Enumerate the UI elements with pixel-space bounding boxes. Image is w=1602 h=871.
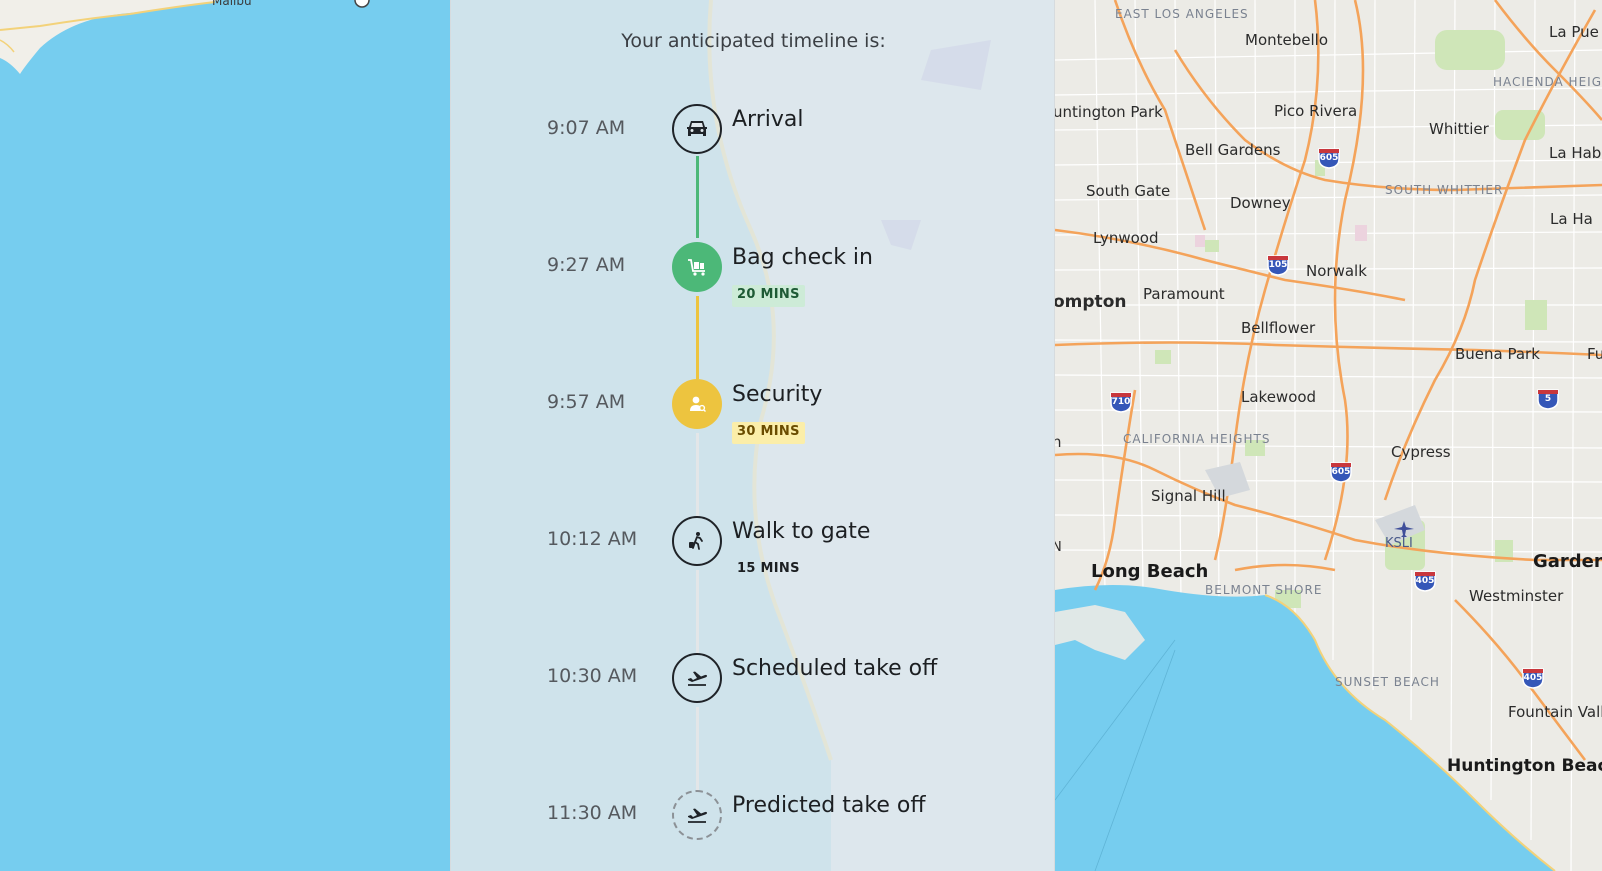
step-label: Arrival [732, 107, 804, 132]
coastline-shape [0, 0, 370, 74]
step-label: Predicted take off [732, 793, 926, 818]
walking-traveler-icon [672, 516, 722, 566]
map-region-right[interactable]: EAST LOS ANGELES Montebello La Pue HACIE… [1055, 0, 1602, 871]
map-label-hacienda-heights: HACIENDA HEIGHTS [1493, 75, 1602, 89]
map-label-east-los-angeles: EAST LOS ANGELES [1115, 7, 1249, 21]
duration-badge: 15 MINS [737, 561, 800, 576]
timeline-connector-security [696, 296, 699, 379]
car-icon [672, 104, 722, 154]
interstate-shield-icon: 405 [1521, 667, 1545, 689]
interstate-shield-icon: 710 [1109, 391, 1133, 413]
step-label: Bag check in [732, 245, 873, 270]
plane-departure-icon [672, 790, 722, 840]
map-label-south-whittier: SOUTH WHITTIER [1385, 183, 1504, 197]
timeline-connector-pending [696, 707, 699, 792]
timeline-connector-pending [696, 570, 699, 654]
duration-badge: 20 MINS [732, 285, 805, 307]
map-label-signal-hill: Signal Hill [1151, 487, 1226, 505]
timeline-connector-pending [696, 433, 699, 518]
map-label-compton: ompton [1055, 292, 1127, 312]
step-time: 9:27 AM [547, 254, 626, 276]
step-time: 10:12 AM [547, 528, 638, 550]
map-label-belmont-shore: BELMONT SHORE [1205, 583, 1323, 597]
map-label-westminster: Westminster [1469, 587, 1564, 605]
map-label-ksli-airport: KSLI [1385, 536, 1413, 551]
step-label: Walk to gate [732, 519, 871, 544]
map-label-fullerton: Fu [1587, 345, 1602, 363]
map-label-downey: Downey [1230, 194, 1291, 212]
map-label-huntington-park: untington Park [1055, 103, 1163, 121]
plane-departure-icon [672, 653, 722, 703]
map-label-garden-grove: Garden [1533, 551, 1602, 572]
timeline-panel: Your anticipated timeline is: 9:07 AM Ar… [450, 0, 1055, 871]
map-label-long-beach: Long Beach [1091, 561, 1209, 582]
map-label-lynwood: Lynwood [1093, 229, 1159, 247]
step-label: Security [732, 382, 823, 407]
interstate-shield-icon: 5 [1536, 388, 1560, 410]
map-label-whittier: Whittier [1429, 120, 1489, 138]
map-label-edge-fragment-2: N [1055, 540, 1062, 555]
security-screening-icon [672, 379, 722, 429]
interstate-shield-icon: 605 [1317, 147, 1341, 169]
map-label-sunset-beach: SUNSET BEACH [1335, 675, 1440, 689]
map-label-bell-gardens: Bell Gardens [1185, 141, 1281, 159]
map-label-la-habra-heights: La Hab Heigh [1549, 144, 1602, 162]
map-ocean-left[interactable]: Malibu [0, 0, 450, 871]
map-label-paramount: Paramount [1143, 285, 1225, 303]
map-label-buena-park: Buena Park [1455, 345, 1540, 363]
step-time: 10:30 AM [547, 665, 638, 687]
map-label-california-heights: CALIFORNIA HEIGHTS [1123, 432, 1271, 446]
map-label-la-puente: La Pue [1549, 23, 1599, 41]
step-time: 9:07 AM [547, 117, 626, 139]
step-time: 9:57 AM [547, 391, 626, 413]
step-label: Scheduled take off [732, 656, 938, 681]
timeline-connector-completed [696, 156, 699, 238]
map-label-huntington-beach: Huntington Beach [1447, 756, 1602, 776]
map-label-pico-rivera: Pico Rivera [1274, 102, 1358, 120]
map-label-cypress: Cypress [1391, 443, 1451, 461]
map-label-south-gate: South Gate [1086, 182, 1171, 200]
map-label-lakewood: Lakewood [1241, 388, 1317, 406]
map-label-edge-fragment: n [1055, 433, 1062, 451]
map-label-montebello: Montebello [1245, 31, 1328, 49]
interstate-shield-icon: 105 [1266, 254, 1290, 276]
interstate-shield-icon: 405 [1413, 570, 1437, 592]
coast-label: Malibu [212, 0, 252, 8]
map-label-fountain-valley: Fountain Vall [1508, 703, 1602, 721]
luggage-cart-icon [672, 242, 722, 292]
map-label-bellflower: Bellflower [1241, 319, 1316, 337]
step-time: 11:30 AM [547, 802, 638, 824]
timeline-title: Your anticipated timeline is: [621, 30, 886, 52]
map-label-norwalk: Norwalk [1306, 262, 1367, 280]
interstate-shield-icon: 605 [1329, 461, 1353, 483]
airport-icon [1394, 521, 1414, 537]
duration-badge: 30 MINS [732, 422, 805, 444]
map-label-la-habra: La Ha [1550, 210, 1593, 228]
